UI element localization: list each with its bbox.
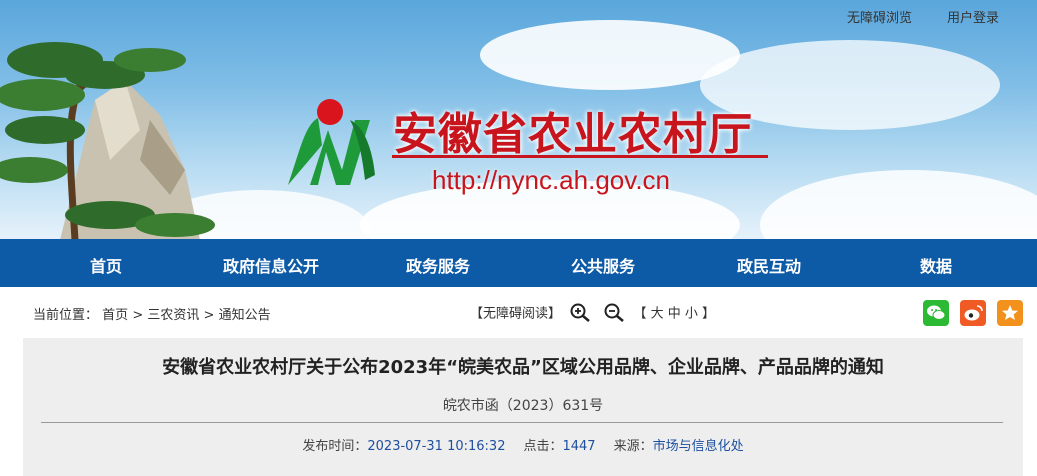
accessibility-link[interactable]: 无障碍浏览 xyxy=(847,7,912,26)
breadcrumb: 当前位置： 首页 > 三农资讯 > 通知公告 xyxy=(33,304,271,323)
article-meta: 发布时间：2023-07-31 10:16:32 点击：1447 来源：市场与信息化… xyxy=(23,435,1023,454)
accessible-read-button[interactable]: 【无障碍阅读】 xyxy=(470,307,561,322)
pine-tree-mountain-image xyxy=(0,42,215,239)
wechat-icon[interactable] xyxy=(923,300,949,326)
favorite-icon[interactable] xyxy=(997,300,1023,326)
publish-time: 2023-07-31 10:16:32 xyxy=(367,439,506,454)
login-link[interactable]: 用户登录 xyxy=(947,7,999,26)
article-title: 安徽省农业农村厅关于公布2023年“皖美农品”区域公用品牌、企业品牌、产品品牌的… xyxy=(162,357,884,378)
font-size-selector[interactable]: 【 大 中 小 】 xyxy=(633,307,715,322)
department-logo-icon xyxy=(288,99,375,185)
site-title: 安徽省农业农村厅 xyxy=(393,109,753,160)
breadcrumb-separator: > xyxy=(203,308,215,323)
breadcrumb-notices[interactable]: 通知公告 xyxy=(219,308,271,323)
nav-item-gov-info[interactable]: 政府信息公开 xyxy=(223,253,319,277)
zoom-out-icon[interactable] xyxy=(603,302,625,322)
publish-time-label: 发布时间： xyxy=(302,439,368,454)
main-nav: 首页 政府信息公开 政务服务 公共服务 政民互动 数据 xyxy=(0,239,1037,287)
document-number: 皖农市函（2023）631号 xyxy=(442,398,604,414)
nav-item-home[interactable]: 首页 xyxy=(90,253,122,277)
cloud-decoration xyxy=(760,170,1037,239)
breadcrumb-news[interactable]: 三农资讯 xyxy=(147,308,199,323)
source-label: 来源： xyxy=(613,439,653,454)
article-header: 安徽省农业农村厅关于公布2023年“皖美农品”区域公用品牌、企业品牌、产品品牌的… xyxy=(23,338,1023,476)
breadcrumb-label: 当前位置： xyxy=(33,308,99,323)
breadcrumb-separator: > xyxy=(132,308,144,323)
nav-item-gov-services[interactable]: 政务服务 xyxy=(406,253,470,277)
reading-tools: 【无障碍阅读】 【 大 中 小 】 xyxy=(470,302,715,322)
title-underline xyxy=(392,155,768,158)
clicks-label: 点击： xyxy=(523,439,563,454)
nav-item-data[interactable]: 数据 xyxy=(920,253,952,277)
source-value: 市场与信息化处 xyxy=(652,439,744,454)
nav-item-interaction[interactable]: 政民互动 xyxy=(737,253,801,277)
click-count: 1447 xyxy=(562,439,596,454)
header-banner: 安徽省农业农村厅 http://nync.ah.gov.cn xyxy=(0,0,1037,239)
site-url[interactable]: http://nync.ah.gov.cn xyxy=(432,165,670,196)
breadcrumb-home[interactable]: 首页 xyxy=(102,308,128,323)
divider xyxy=(41,422,1003,423)
weibo-icon[interactable] xyxy=(960,300,986,326)
nav-item-public-services[interactable]: 公共服务 xyxy=(571,253,635,277)
zoom-in-icon[interactable] xyxy=(569,302,591,322)
